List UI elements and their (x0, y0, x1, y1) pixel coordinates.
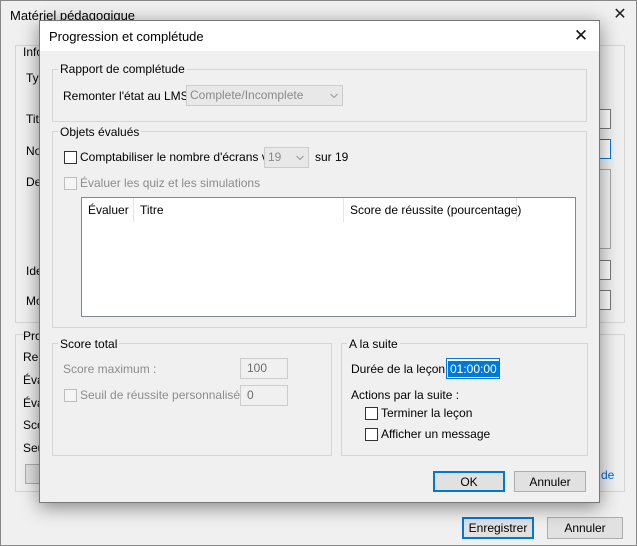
finish-lesson-checkbox[interactable] (365, 407, 378, 420)
custom-threshold-checkbox[interactable] (64, 389, 77, 402)
chevron-down-icon (296, 155, 304, 161)
cancel-button[interactable]: Annuler (514, 471, 586, 492)
evaluated-objects-legend: Objets évalués (58, 125, 142, 139)
progression-dialog: Progression et complétude ✕ Rapport de c… (39, 20, 600, 503)
max-score-label: Score maximum : (63, 362, 157, 376)
max-score-value: 100 (247, 361, 268, 375)
total-score-legend: Score total (58, 337, 120, 351)
screens-count-value: 19 (268, 150, 282, 164)
finish-lesson-label: Terminer la leçon (381, 406, 473, 420)
lesson-duration-label: Durée de la leçon : (351, 362, 452, 376)
show-message-label: Afficher un message (381, 427, 491, 441)
dialog-title: Progression et complétude (49, 29, 204, 44)
evaluated-objects-list[interactable]: Évaluer Titre Score de réussite (pourcen… (81, 197, 576, 317)
show-message-checkbox[interactable] (365, 428, 378, 441)
max-score-input[interactable]: 100 (240, 358, 288, 379)
save-button[interactable]: Enregistrer (462, 517, 534, 539)
count-screens-checkbox[interactable] (64, 151, 77, 164)
next-actions-legend: A la suite (347, 337, 400, 351)
lesson-duration-input[interactable]: 01:00:00 (446, 358, 500, 379)
lms-status-label: Remonter l'état au LMS : (63, 89, 196, 103)
column-evaluate[interactable]: Évaluer (82, 198, 134, 222)
custom-threshold-label: Seuil de réussite personnalisé : (80, 388, 247, 402)
list-header: Évaluer Titre Score de réussite (pourcen… (82, 198, 575, 222)
close-icon[interactable]: ✕ (569, 25, 593, 47)
count-screens-label: Comptabiliser le nombre d'écrans vus : (80, 150, 288, 164)
background-close-icon[interactable]: ✕ (609, 5, 631, 25)
completion-report-legend: Rapport de complétude (58, 62, 187, 76)
lesson-duration-value: 01:00:00 (448, 361, 499, 377)
custom-threshold-input[interactable]: 0 (240, 385, 288, 406)
chevron-down-icon (330, 93, 338, 99)
custom-threshold-value: 0 (247, 388, 254, 402)
column-pass-score[interactable]: Score de réussite (pourcentage) (344, 198, 521, 222)
column-title[interactable]: Titre (134, 198, 344, 222)
evaluate-quiz-label: Évaluer les quiz et les simulations (80, 176, 261, 190)
next-actions-label: Actions par la suite : (351, 388, 460, 402)
lms-status-value: Complete/Incomplete (190, 88, 304, 102)
evaluate-quiz-checkbox[interactable] (64, 177, 77, 190)
screens-total-label: sur 19 (315, 150, 349, 164)
screens-count-combobox[interactable]: 19 (264, 147, 309, 168)
dialog-titlebar: Progression et complétude ✕ (40, 21, 599, 51)
lms-status-combobox[interactable]: Complete/Incomplete (186, 85, 343, 106)
background-cancel-button[interactable]: Annuler (547, 517, 623, 539)
background-link-fragment[interactable]: de (601, 468, 614, 482)
ok-button[interactable]: OK (433, 471, 505, 492)
